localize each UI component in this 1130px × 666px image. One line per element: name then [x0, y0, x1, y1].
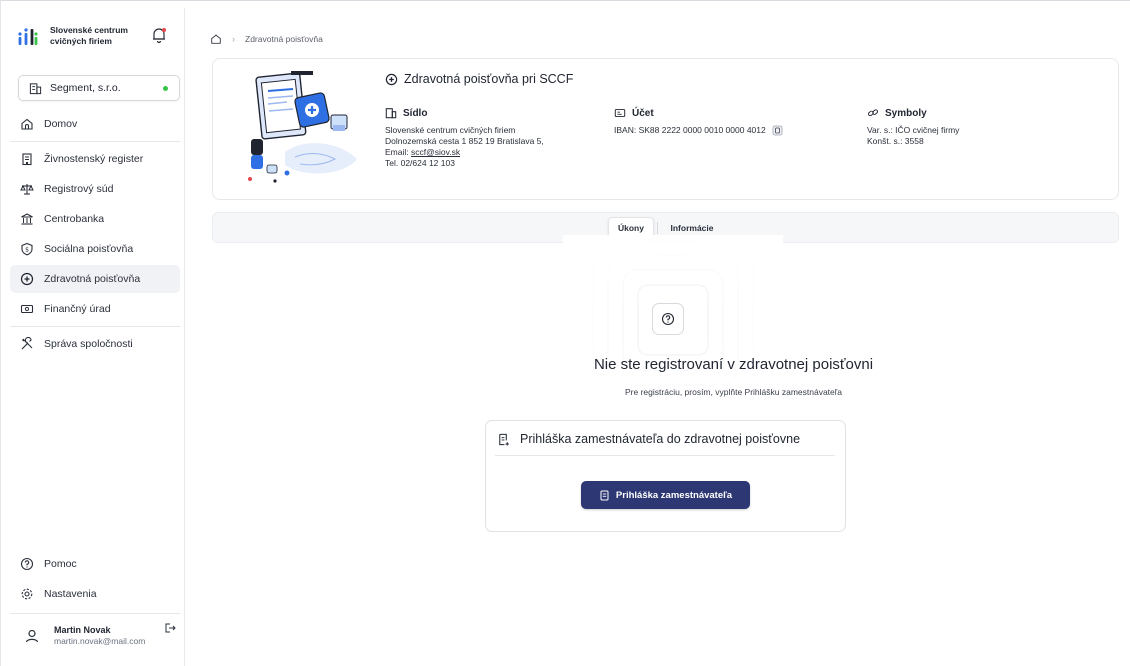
bank-icon	[21, 213, 33, 225]
sidebar-item-registrovy-sud[interactable]: Registrový súd	[10, 175, 180, 203]
email-link[interactable]: sccf@siov.sk	[411, 147, 460, 157]
home-icon	[21, 118, 33, 130]
application-heading: Prihláška zamestnávateľa do zdravotnej p…	[497, 432, 800, 446]
sidebar-nav: Domov Živnostenský register Registrový s…	[10, 110, 180, 360]
phone-text: Tel. 02/624 12 103	[385, 158, 455, 168]
card-icon	[614, 109, 626, 117]
user-name: Martin Novak	[54, 625, 111, 635]
help-icon	[20, 557, 34, 571]
shield-coin-icon: $	[21, 242, 33, 256]
copy-icon[interactable]	[772, 125, 783, 136]
tab-divider	[657, 222, 658, 234]
sidebar-item-centrobanka[interactable]: Centrobanka	[10, 205, 180, 233]
scales-icon	[20, 184, 34, 195]
health-icon	[385, 73, 398, 85]
building-icon	[29, 82, 42, 94]
divider	[10, 141, 180, 142]
tools-icon	[21, 337, 33, 350]
chevron-right-icon: ›	[232, 34, 235, 44]
user-email: martin.novak@mail.com	[54, 636, 146, 646]
health-insurance-illustration	[248, 71, 357, 183]
sidebar-item-domov[interactable]: Domov	[10, 110, 180, 138]
user-avatar-icon	[25, 629, 39, 643]
company-name: Segment, s.r.o.	[50, 82, 121, 94]
constant-symbol: Konšt. s.: 3558	[867, 136, 924, 146]
home-icon[interactable]	[210, 33, 222, 45]
empty-state-subtitle: Pre registráciu, prosím, vyplňte Prihláš…	[625, 387, 842, 397]
svg-text:$: $	[25, 247, 29, 254]
breadcrumb: › Zdravotná poisťovňa	[210, 33, 323, 45]
address-line1: Slovenské centrum cvičných firiem	[385, 125, 516, 135]
sidlo-section: Sídlo Slovenské centrum cvičných firiem …	[385, 107, 544, 169]
settings-icon	[21, 588, 33, 600]
sidebar-item-socialna-poistovna[interactable]: $ Sociálna poisťovňa	[10, 235, 180, 263]
question-box	[652, 303, 684, 335]
symboly-section: Symboly Var. s.: IČO cvičnej firmy Konšt…	[867, 107, 960, 147]
institution-title: Zdravotná poisťovňa pri SCCF	[385, 72, 573, 86]
divider	[10, 326, 180, 327]
logout-icon[interactable]	[164, 622, 176, 634]
sidebar-item-pomoc[interactable]: Pomoc	[10, 550, 180, 578]
brand[interactable]: Slovenské centrum cvičných firiem	[16, 24, 150, 48]
empty-state-title: Nie ste registrovaní v zdravotnej poisťo…	[593, 356, 874, 373]
building-icon	[22, 153, 32, 166]
money-icon	[20, 304, 34, 314]
sidebar-item-zdravotna-poistovna[interactable]: Zdravotná poisťovňa	[10, 265, 180, 293]
breadcrumb-current: Zdravotná poisťovňa	[245, 34, 323, 44]
sidebar-bottom-nav: Pomoc Nastavenia	[10, 550, 180, 610]
company-status-dot	[163, 86, 168, 91]
form-icon	[600, 490, 609, 500]
sccf-logo	[18, 28, 38, 45]
notification-bell-icon[interactable]	[150, 26, 168, 44]
iban-value: SK88 2222 0000 0010 0000 4012	[638, 125, 766, 135]
address-line2: Dolnozemská cesta 1 852 19 Bratislava 5,	[385, 136, 544, 146]
iban-label: IBAN:	[614, 125, 637, 135]
sidebar-item-sprava-spolocnosti[interactable]: Správa spoločnosti	[10, 330, 180, 358]
ucet-section: Účet IBAN: SK88 2222 0000 0010 0000 4012	[614, 107, 783, 136]
variable-symbol: Var. s.: IČO cvičnej firmy	[867, 125, 960, 135]
building-icon	[385, 108, 397, 119]
divider	[495, 455, 835, 456]
employer-application-button[interactable]: Prihláška zamestnávateľa	[581, 481, 750, 509]
company-switcher[interactable]: Segment, s.r.o.	[18, 75, 180, 101]
email-label: Email:	[385, 147, 409, 157]
sidebar-item-zivnostensky-register[interactable]: Živnostenský register	[10, 145, 180, 173]
form-add-icon	[499, 433, 509, 446]
sidebar-item-nastavenia[interactable]: Nastavenia	[10, 580, 180, 608]
health-icon	[20, 272, 34, 286]
sidebar-item-financny-urad[interactable]: Finančný úrad	[10, 295, 180, 323]
help-icon	[661, 312, 675, 326]
brand-name: Slovenské centrum cvičných firiem	[50, 25, 128, 46]
user-profile[interactable]: Martin Novak martin.novak@mail.com	[10, 613, 180, 658]
link-icon	[868, 109, 878, 117]
